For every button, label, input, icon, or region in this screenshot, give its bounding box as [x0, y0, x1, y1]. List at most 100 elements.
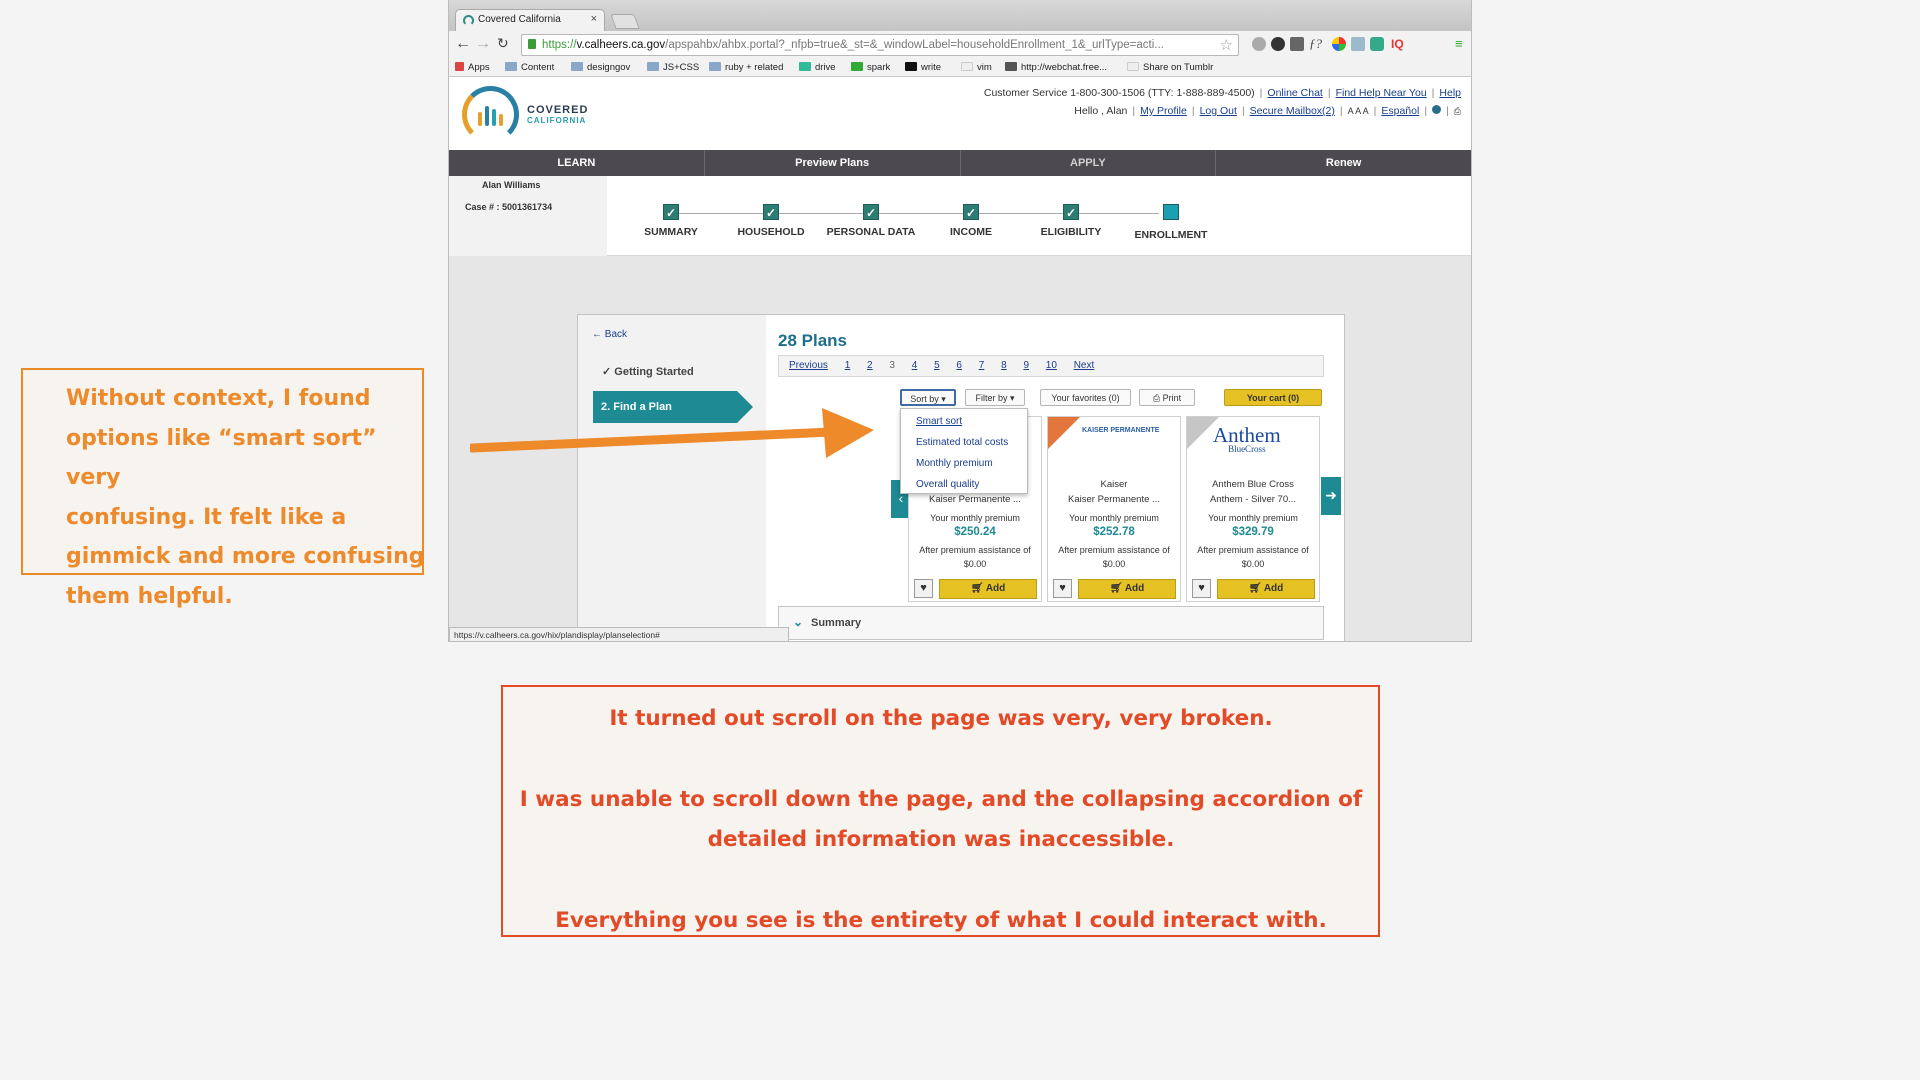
secure-mailbox-link[interactable]: Secure Mailbox(2) [1250, 105, 1335, 117]
find-help-link[interactable]: Find Help Near You [1336, 87, 1427, 99]
pager-previous[interactable]: Previous [789, 360, 828, 371]
assistance-label: After premium assistance of [919, 545, 1031, 555]
favorite-heart-icon[interactable]: ♥ [1192, 579, 1211, 598]
log-out-link[interactable]: Log Out [1200, 105, 1237, 117]
pager-page[interactable]: 6 [956, 360, 962, 371]
pager-page[interactable]: 7 [979, 360, 985, 371]
filter-by-button[interactable]: Filter by ▾ [965, 389, 1025, 406]
extension-icon[interactable] [1252, 37, 1266, 51]
pager-page[interactable]: 10 [1046, 360, 1057, 371]
nav-renew[interactable]: Renew [1216, 150, 1471, 176]
site-header: COVERED CALIFORNIA Customer Service 1-80… [449, 77, 1471, 150]
favorite-heart-icon[interactable]: ♥ [1053, 579, 1072, 598]
back-arrow-icon[interactable]: ← [455, 35, 471, 53]
bookmark-label: designgov [587, 62, 631, 73]
help-link[interactable]: Help [1439, 87, 1461, 99]
bookmark-folder[interactable]: designgov [571, 62, 630, 73]
favorites-button[interactable]: Your favorites (0) [1040, 389, 1131, 406]
sidebar-item-getting-started[interactable]: ✓ Getting Started [602, 365, 694, 378]
bookmark-folder[interactable]: Content [505, 62, 554, 73]
pagination: Previous 1 2 3 4 5 6 7 8 9 10 Next [778, 355, 1324, 377]
assistance-info: After premium assistance of $0.00 [1048, 543, 1180, 571]
greeting-text: Hello , Alan [1074, 105, 1128, 117]
pager-page[interactable]: 5 [934, 360, 940, 371]
reload-icon[interactable]: ↻ [497, 35, 509, 52]
bookmark-vim[interactable]: vim [961, 62, 992, 73]
nav-apply[interactable]: APPLY [961, 150, 1217, 176]
assistance-label: After premium assistance of [1058, 545, 1170, 555]
bookmark-label: spark [867, 62, 891, 73]
color-extension-icon[interactable] [1332, 37, 1346, 51]
font-size-controls[interactable]: A A A [1348, 106, 1369, 116]
sort-option-premium[interactable]: Monthly premium [916, 453, 1027, 474]
bookmark-apps[interactable]: Apps [455, 62, 490, 73]
favorite-heart-icon[interactable]: ♥ [914, 579, 933, 598]
step-income: ✓ INCOME [921, 204, 1021, 238]
user-name: Alan Williams [482, 180, 541, 190]
font-extension-icon[interactable]: ƒ? [1309, 36, 1322, 52]
nav-preview-plans[interactable]: Preview Plans [705, 150, 961, 176]
bookmark-folder[interactable]: ruby + related [709, 62, 783, 73]
annotation-line: It turned out scroll on the page was ver… [609, 706, 1273, 731]
espanol-link[interactable]: Español [1381, 105, 1419, 117]
sort-option-smart[interactable]: Smart sort [916, 411, 1027, 432]
add-to-cart-button[interactable]: 🛒︎ Add [1217, 579, 1315, 599]
bookmark-label: drive [815, 62, 836, 73]
back-link[interactable]: ← Back [592, 329, 627, 340]
carrier-name: Anthem Blue Cross [1212, 479, 1294, 490]
bookmark-drive[interactable]: drive [799, 62, 836, 73]
lock-icon [528, 39, 536, 49]
extension-icon[interactable] [1271, 37, 1285, 51]
print-button[interactable]: ⎙ Print [1139, 389, 1195, 406]
add-to-cart-button[interactable]: 🛒︎ Add [939, 579, 1037, 599]
sort-by-button[interactable]: Sort by ▾ [900, 389, 956, 406]
pager-page[interactable]: 2 [867, 360, 873, 371]
pager-page[interactable]: 9 [1023, 360, 1029, 371]
bookmark-webchat[interactable]: http://webchat.free... [1005, 62, 1107, 73]
add-to-cart-button[interactable]: 🛒︎ Add [1078, 579, 1176, 599]
pager-page[interactable]: 8 [1001, 360, 1007, 371]
extension-icon[interactable] [1351, 37, 1365, 51]
sort-option-total-costs[interactable]: Estimated total costs [916, 432, 1027, 453]
bookmark-write[interactable]: write [905, 62, 941, 73]
step-label: ENROLLMENT [1134, 229, 1208, 241]
address-bar[interactable]: https://v.calheers.ca.gov/apspahbx/ahbx.… [521, 34, 1239, 56]
bookmark-folder[interactable]: JS+CSS [647, 62, 699, 73]
summary-accordion[interactable]: ⌄ Summary [778, 606, 1324, 640]
bookmark-star-icon[interactable]: ☆ [1220, 36, 1233, 54]
iq-extension-icon[interactable]: IQ [1391, 37, 1404, 51]
pager-page[interactable]: 4 [912, 360, 918, 371]
plan-price: $329.79 [1232, 526, 1274, 538]
checkmark-icon: ✓ [763, 204, 779, 220]
plan-name: Kaiser Permanente ... [1068, 494, 1160, 505]
pager-current-page: 3 [889, 360, 895, 371]
pager-next[interactable]: Next [1074, 360, 1095, 371]
print-page-icon[interactable]: ⎙ [1454, 106, 1461, 116]
browser-status-bar: https://v.calheers.ca.gov/hix/plandispla… [449, 627, 789, 641]
bookmark-tumblr[interactable]: Share on Tumblr [1127, 62, 1213, 73]
forward-arrow-icon[interactable]: → [475, 35, 491, 53]
nav-learn[interactable]: LEARN [449, 150, 705, 176]
extension-icon[interactable] [1370, 37, 1384, 51]
tab-strip: Covered California × [449, 0, 1471, 31]
sort-option-quality[interactable]: Overall quality [916, 474, 1027, 495]
pocket-icon[interactable] [1290, 37, 1304, 51]
new-tab-button[interactable] [610, 14, 640, 29]
annotation-line: Without context, I found [66, 386, 371, 411]
printer-icon: ⎙ [1152, 393, 1163, 403]
close-tab-icon[interactable]: × [591, 13, 597, 25]
step-label: INCOME [950, 226, 992, 238]
bookmark-label: JS+CSS [663, 62, 700, 73]
globe-icon[interactable] [1432, 105, 1442, 114]
menu-icon[interactable]: ≡ [1455, 36, 1463, 51]
kaiser-logo: KAISER PERMANENTE [1082, 427, 1160, 434]
print-label: Print [1162, 393, 1182, 403]
cart-button[interactable]: Your cart (0) [1224, 389, 1322, 406]
bookmark-spark[interactable]: spark [851, 62, 890, 73]
user-info: Alan Williams Case # : 5001361734 [449, 176, 607, 256]
online-chat-link[interactable]: Online Chat [1267, 87, 1322, 99]
browser-tab[interactable]: Covered California × [455, 9, 605, 31]
my-profile-link[interactable]: My Profile [1140, 105, 1187, 117]
pager-page[interactable]: 1 [845, 360, 851, 371]
carousel-next-icon[interactable]: ➜ [1321, 477, 1341, 515]
